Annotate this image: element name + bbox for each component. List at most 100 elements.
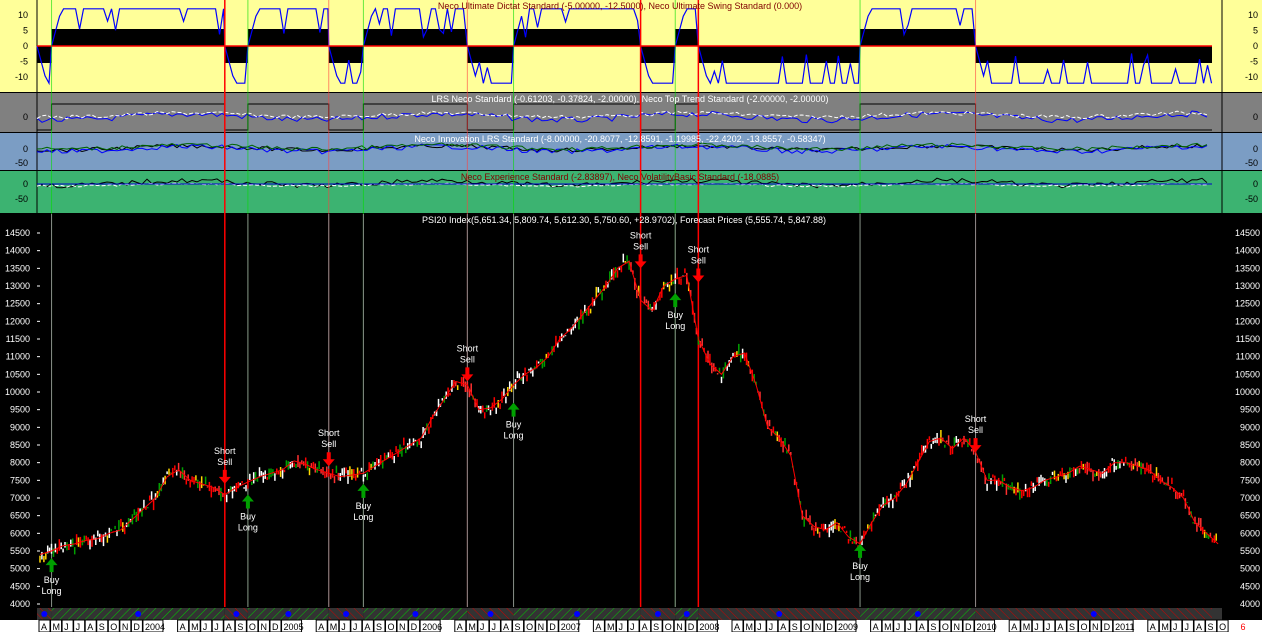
y-tick-left: 11500 <box>6 334 30 344</box>
corner-indicator[interactable]: 6 <box>1240 622 1245 632</box>
dictat-tick-left: 5 <box>23 26 28 36</box>
state-band <box>640 46 676 63</box>
dictat-tick-left: 10 <box>18 10 28 20</box>
state-marker-icon <box>135 611 142 617</box>
y-tick-left: 9500 <box>10 405 30 415</box>
x-tick-label: M <box>607 622 615 632</box>
signal-label: Sell <box>217 457 232 467</box>
x-tick-label: 2011 <box>1115 622 1134 632</box>
x-tick-label: O <box>942 622 949 632</box>
experience-panel-title: Neco Experience Standard (-2.83897), Nec… <box>461 172 779 182</box>
innovation-tick-right: -50 <box>1245 158 1258 168</box>
y-tick-right: 14500 <box>1235 228 1260 238</box>
y-tick-right: 11000 <box>1236 352 1260 362</box>
x-tick-label: A <box>180 622 186 632</box>
y-tick-right: 4500 <box>1240 581 1260 591</box>
x-tick-label: A <box>642 622 648 632</box>
dictat-tick-left: -10 <box>15 72 28 82</box>
x-tick-label: M <box>884 622 892 632</box>
innovation-tick-left: -50 <box>15 158 28 168</box>
x-tick-label: J <box>1173 622 1178 632</box>
y-tick-right: 9000 <box>1240 422 1260 432</box>
y-tick-right: 11500 <box>1236 334 1260 344</box>
y-tick-right: 4000 <box>1240 599 1260 609</box>
signal-label: Short <box>214 446 236 456</box>
x-tick-label: 2008 <box>699 622 719 632</box>
signal-label: Sell <box>460 354 475 364</box>
y-tick-right: 10000 <box>1235 387 1260 397</box>
signal-label: Buy <box>44 575 60 585</box>
dictat-tick-right: -5 <box>1250 57 1258 67</box>
x-tick-label: A <box>318 622 324 632</box>
x-tick-label: J <box>769 622 774 632</box>
x-tick-label: A <box>1057 622 1063 632</box>
x-tick-label: J <box>353 622 358 632</box>
y-tick-right: 8000 <box>1240 458 1260 468</box>
experience-tick-left: 0 <box>23 179 28 189</box>
x-tick-label: D <box>1104 622 1111 632</box>
dictat-tick-left: 0 <box>23 41 28 51</box>
signal-label: Sell <box>321 439 336 449</box>
x-tick-label: 2004 <box>145 622 165 632</box>
x-tick-label: M <box>1023 622 1031 632</box>
x-tick-label: J <box>76 622 81 632</box>
x-tick-label: D <box>826 622 833 632</box>
x-tick-label: O <box>665 622 672 632</box>
y-tick-left: 14500 <box>5 228 30 238</box>
x-tick-label: J <box>491 622 496 632</box>
x-tick-label: A <box>1150 622 1156 632</box>
x-tick-label: O <box>249 622 256 632</box>
x-tick-label: S <box>237 622 243 632</box>
x-tick-label: A <box>873 622 879 632</box>
x-tick-label: A <box>503 622 509 632</box>
signal-label: Buy <box>506 420 522 430</box>
x-tick-label: J <box>214 622 219 632</box>
x-tick-label: J <box>341 622 346 632</box>
lrs-tick-left: 0 <box>23 112 28 122</box>
x-tick-label: O <box>803 622 810 632</box>
lrs-tick-right: 0 <box>1253 112 1258 122</box>
x-tick-label: S <box>930 622 936 632</box>
y-tick-left: 8500 <box>10 440 30 450</box>
x-tick-label: J <box>480 622 485 632</box>
y-tick-right: 6500 <box>1240 511 1260 521</box>
innovation-tick-right: 0 <box>1253 144 1258 154</box>
signal-label: Long <box>850 572 870 582</box>
state-marker-icon <box>683 611 690 617</box>
x-tick-label: A <box>1196 622 1202 632</box>
y-tick-left: 5000 <box>10 564 30 574</box>
state-marker-icon <box>233 611 240 617</box>
state-marker-icon <box>654 611 661 617</box>
signal-label: Buy <box>852 561 868 571</box>
signal-label: Sell <box>633 241 648 251</box>
dictat-tick-left: -5 <box>20 57 28 67</box>
y-tick-left: 9000 <box>10 422 30 432</box>
state-marker-icon <box>487 611 494 617</box>
trading-chart[interactable]: 10 105 50 0-5 -5-10 -100 00 0-50 -500 0-50 -50 145… <box>0 0 1262 632</box>
signal-label: Short <box>965 414 987 424</box>
dictat-tick-right: 0 <box>1253 41 1258 51</box>
x-tick-label: J <box>203 622 208 632</box>
innovation-tick-left: 0 <box>23 144 28 154</box>
x-tick-label: M <box>191 622 199 632</box>
x-tick-label: A <box>87 622 93 632</box>
state-marker-icon <box>41 611 48 617</box>
state-band <box>975 46 1212 63</box>
state-band <box>247 29 329 46</box>
x-tick-label: J <box>1046 622 1051 632</box>
x-tick-label: O <box>110 622 117 632</box>
x-tick-label: A <box>226 622 232 632</box>
x-tick-label: 2005 <box>284 622 304 632</box>
x-tick-label: N <box>676 622 683 632</box>
x-tick-label: D <box>133 622 140 632</box>
x-tick-label: 2009 <box>838 622 858 632</box>
y-tick-right: 5000 <box>1240 564 1260 574</box>
x-tick-label: N <box>399 622 406 632</box>
lrs-panel-title: LRS Neco Standard (-0.61203, -0.37824, -… <box>431 94 828 104</box>
y-tick-left: 7500 <box>10 475 30 485</box>
x-tick-label: M <box>746 622 754 632</box>
y-tick-left: 10500 <box>5 369 30 379</box>
state-marker-icon <box>914 611 921 617</box>
dictat-tick-right: -10 <box>1245 72 1258 82</box>
x-tick-label: J <box>757 622 762 632</box>
